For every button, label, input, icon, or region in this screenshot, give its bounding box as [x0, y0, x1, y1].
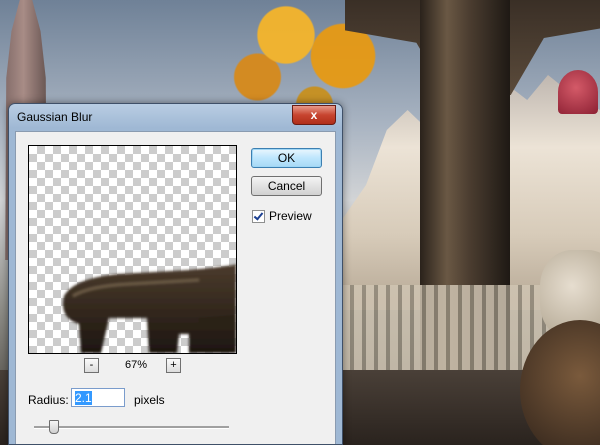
preview-label: Preview: [269, 209, 312, 223]
dialog-title: Gaussian Blur: [17, 110, 93, 124]
radius-slider-thumb[interactable]: [48, 420, 59, 434]
preview-checkbox[interactable]: [252, 209, 265, 223]
radius-label: Radius:: [28, 393, 69, 407]
zoom-out-button[interactable]: -: [84, 358, 99, 373]
minus-icon: -: [89, 359, 94, 371]
title-bar[interactable]: Gaussian Blur x: [9, 104, 342, 130]
palace-dome: [558, 70, 598, 114]
plus-icon: +: [170, 359, 177, 371]
cancel-button[interactable]: Cancel: [251, 176, 322, 196]
radius-input[interactable]: 2.1: [71, 388, 125, 407]
zoom-in-button[interactable]: +: [166, 358, 181, 373]
radius-units: pixels: [134, 393, 165, 407]
radius-value: 2.1: [75, 391, 92, 405]
dialog-body: - 67% + OK Cancel Preview Radius: 2.1 pi…: [15, 131, 336, 444]
radius-slider-track[interactable]: [34, 426, 229, 429]
gaussian-blur-dialog: Gaussian Blur x - 67% + OK Cancel Previe…: [8, 103, 343, 445]
preview-image: [63, 264, 236, 353]
close-button[interactable]: x: [292, 105, 336, 125]
preview-toggle[interactable]: Preview: [252, 209, 312, 223]
preview-pane[interactable]: [28, 145, 237, 354]
close-icon: x: [310, 108, 318, 122]
ok-button[interactable]: OK: [251, 148, 322, 168]
zoom-level: 67%: [124, 359, 148, 371]
